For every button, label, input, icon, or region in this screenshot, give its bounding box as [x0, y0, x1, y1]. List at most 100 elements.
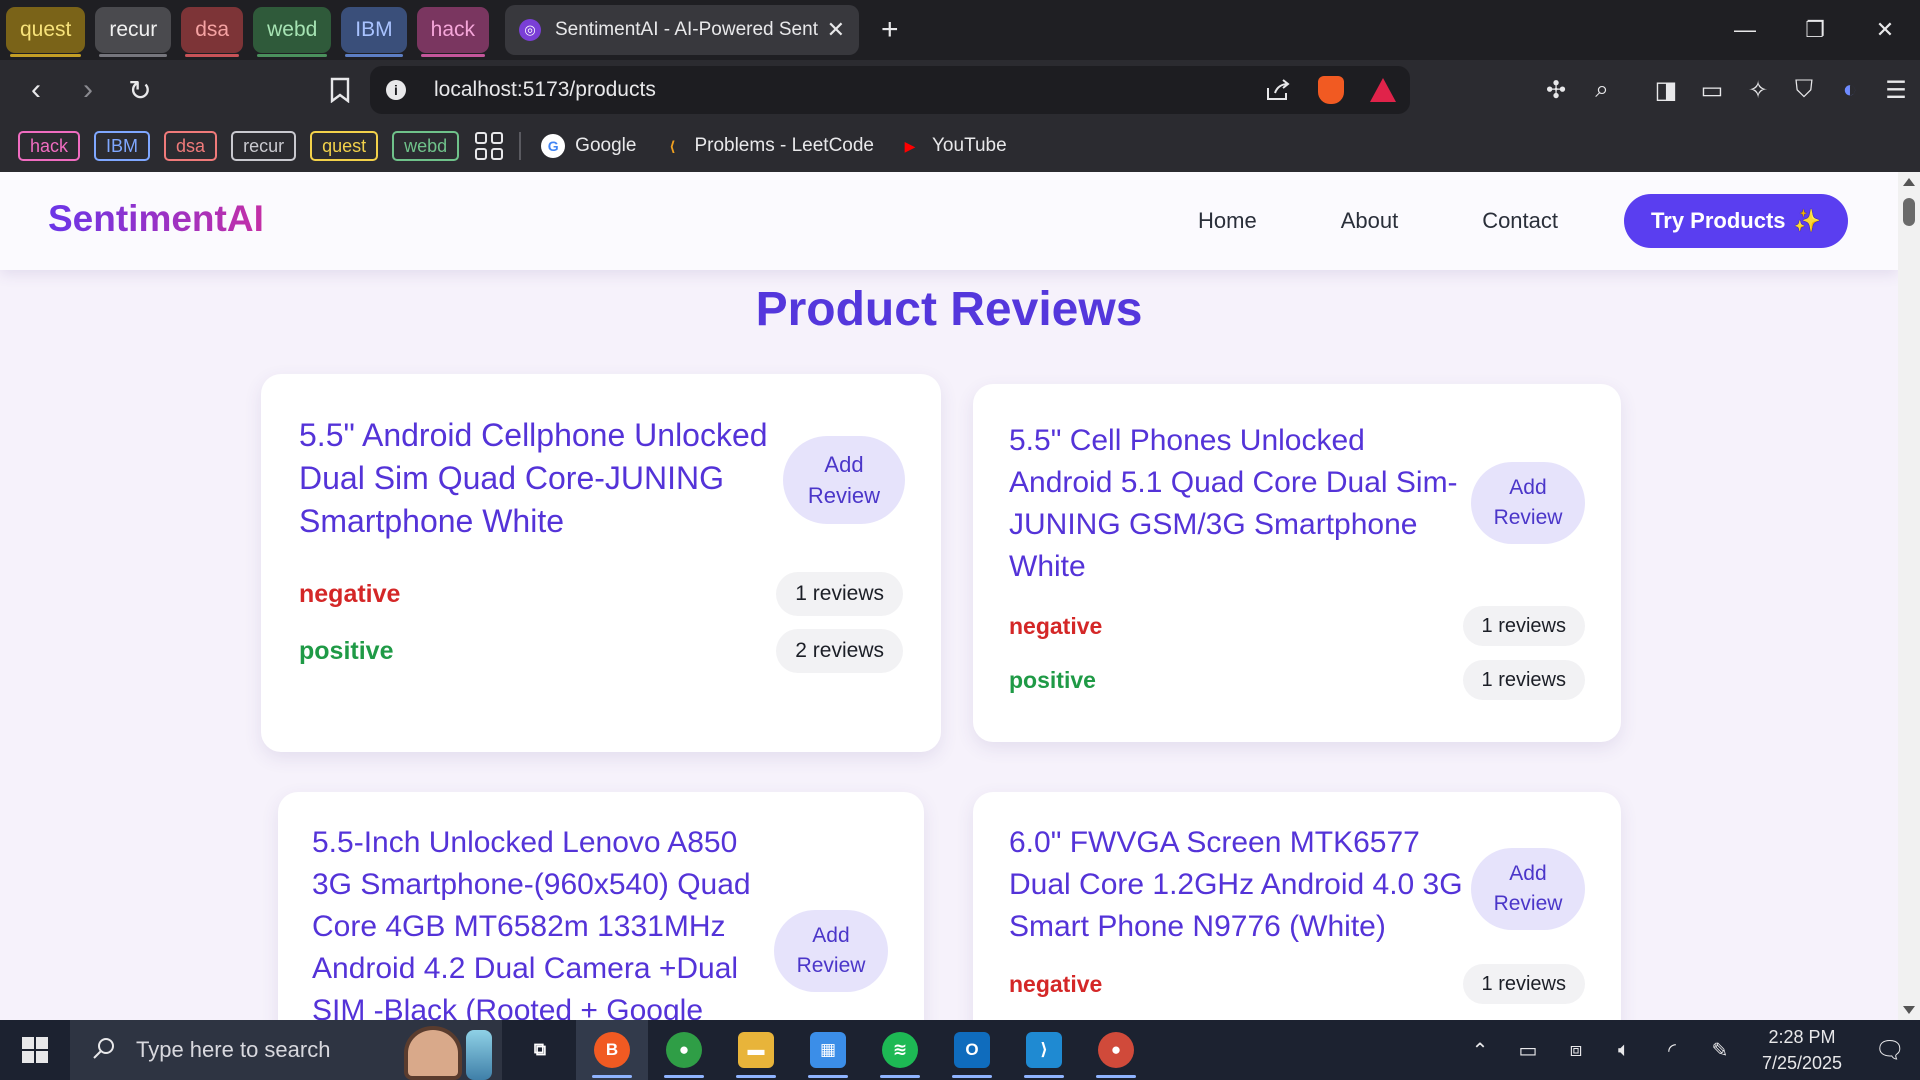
battery-icon[interactable]: ▭	[1504, 1038, 1552, 1063]
clock-time: 2:28 PM	[1768, 1027, 1836, 1047]
tab-group-ibm[interactable]: IBM	[341, 7, 407, 53]
sentiment-row: negative 1 reviews	[1009, 606, 1585, 646]
product-card: 5.5-Inch Unlocked Lenovo A850 3G Smartph…	[278, 792, 924, 1020]
microsoft-store-icon-glyph: ▦	[810, 1032, 846, 1068]
site-logo[interactable]: SentimentAI	[48, 198, 264, 240]
brave-taskbar-icon[interactable]: B	[576, 1020, 648, 1080]
volume-icon[interactable]: 🔈︎	[1600, 1039, 1648, 1062]
wifi-icon[interactable]: ◜	[1648, 1038, 1696, 1063]
leo-ai-icon[interactable]: ✧	[1744, 76, 1772, 104]
page-title: Product Reviews	[755, 283, 1143, 336]
sidebar-icon[interactable]: ◨	[1652, 76, 1680, 104]
address-url[interactable]: localhost:5173/products	[434, 78, 656, 102]
add-review-button[interactable]: Add Review	[783, 436, 905, 524]
tab-group-recur[interactable]: recur	[95, 7, 172, 53]
nav-home-link[interactable]: Home	[1198, 208, 1257, 234]
bookmark-folder-ibm[interactable]: IBM	[94, 131, 151, 161]
youtube-icon: ▶	[904, 137, 916, 154]
wallet-icon[interactable]: ▭	[1698, 76, 1726, 104]
forward-button[interactable]: ›	[66, 68, 110, 112]
scroll-up-icon[interactable]	[1903, 178, 1915, 186]
minimize-button[interactable]: —	[1710, 0, 1780, 60]
bookmark-icon[interactable]	[318, 68, 362, 112]
start-button[interactable]	[0, 1020, 70, 1080]
extensions-icon[interactable]: ✣	[1542, 76, 1570, 104]
tab-group-webd[interactable]: webd	[253, 7, 332, 53]
bookmark-folder-webd[interactable]: webd	[392, 131, 460, 161]
sentiment-label: negative	[299, 579, 401, 608]
clock-date: 7/25/2025	[1761, 1053, 1843, 1073]
bookmark-link[interactable]: ⟨ Problems - LeetCode	[660, 134, 874, 158]
bookmark-link-label: YouTube	[932, 135, 1007, 156]
spotify-icon[interactable]: ≋	[864, 1020, 936, 1080]
brave-rewards-icon[interactable]	[1370, 78, 1396, 102]
taskbar-search[interactable]: Type here to search	[70, 1020, 502, 1080]
vscode-icon-glyph: ⟩	[1026, 1032, 1062, 1068]
site-info-icon[interactable]: i	[386, 80, 406, 100]
task-view-icon[interactable]: ⧉	[504, 1020, 576, 1080]
bookmark-folder-hack[interactable]: hack	[18, 131, 81, 161]
vpn-icon[interactable]: ⛉	[1790, 76, 1818, 104]
chrome-icon[interactable]: ●	[648, 1020, 720, 1080]
active-tab-title: SentimentAI - AI-Powered Sentiment	[555, 19, 819, 40]
pen-icon[interactable]: ✎	[1696, 1038, 1744, 1063]
file-explorer-icon[interactable]: ▬	[720, 1020, 792, 1080]
product-card: 6.0" FWVGA Screen MTK6577 Dual Core 1.2G…	[973, 792, 1621, 1020]
vscode-icon[interactable]: ⟩	[1008, 1020, 1080, 1080]
product-title[interactable]: 5.5" Android Cellphone Unlocked Dual Sim…	[299, 414, 799, 543]
back-button[interactable]: ‹	[14, 68, 58, 112]
nav-about-link[interactable]: About	[1341, 208, 1399, 234]
new-tab-button[interactable]: +	[881, 13, 899, 47]
tab-group-dsa[interactable]: dsa	[181, 7, 244, 53]
add-review-button[interactable]: Add Review	[774, 910, 888, 992]
product-title[interactable]: 6.0" FWVGA Screen MTK6577 Dual Core 1.2G…	[1009, 822, 1479, 948]
reload-button[interactable]: ↻	[118, 68, 162, 112]
review-count-badge: 1 reviews	[776, 572, 903, 616]
product-title[interactable]: 5.5-Inch Unlocked Lenovo A850 3G Smartph…	[312, 822, 782, 1020]
add-review-button[interactable]: Add Review	[1471, 462, 1585, 544]
microsoft-store-icon[interactable]: ▦	[792, 1020, 864, 1080]
page-scrollbar[interactable]	[1898, 172, 1920, 1020]
product-card: 5.5" Cell Phones Unlocked Android 5.1 Qu…	[973, 384, 1621, 742]
try-products-button[interactable]: Try Products ✨	[1624, 194, 1848, 248]
tab-group-hack[interactable]: hack	[416, 7, 489, 53]
browser-toolbar: ‹ › ↻ i localhost:5173/products ✣ ⌕ ◨ ▭ …	[0, 60, 1920, 120]
bookmark-folder-dsa[interactable]: dsa	[164, 131, 218, 161]
chevron-up-icon[interactable]: ⌃	[1456, 1038, 1504, 1063]
scroll-down-icon[interactable]	[1903, 1006, 1915, 1014]
clock[interactable]: 2:28 PM 7/25/2025	[1744, 1024, 1860, 1076]
sparkles-icon: ✨	[1793, 208, 1821, 233]
product-title[interactable]: 5.5" Cell Phones Unlocked Android 5.1 Qu…	[1009, 420, 1479, 588]
restore-button[interactable]: ❐	[1780, 0, 1850, 60]
notifications-icon[interactable]: 🗨︎	[1860, 1036, 1920, 1065]
bookmark-folder-quest[interactable]: quest	[310, 131, 379, 161]
google-icon: G	[541, 134, 566, 158]
menu-icon[interactable]: ☰	[1882, 76, 1910, 104]
chrome-profile-icon[interactable]: ●	[1080, 1020, 1152, 1080]
nav-contact-link[interactable]: Contact	[1482, 208, 1558, 234]
search-highlight-image	[404, 1026, 492, 1080]
meet-now-icon[interactable]: ⧈	[1552, 1039, 1600, 1062]
window-controls: — ❐ ✕	[1710, 0, 1920, 60]
bookmark-folder-recur[interactable]: recur	[231, 131, 297, 161]
add-review-button[interactable]: Add Review	[1471, 848, 1585, 930]
scroll-thumb[interactable]	[1903, 198, 1915, 226]
outlook-icon[interactable]: O	[936, 1020, 1008, 1080]
active-tab[interactable]: ◎ SentimentAI - AI-Powered Sentiment ✕	[505, 5, 859, 55]
spotify-icon-glyph: ≋	[882, 1032, 918, 1068]
windows-taskbar: Type here to search ⧉ B ● ▬ ▦ ≋ O ⟩ ● ⌃ ▭ ⧈ 🔈︎ ◜…	[0, 1020, 1920, 1080]
tab-group-quest[interactable]: quest	[6, 7, 86, 53]
profile-icon[interactable]: ◐	[1836, 76, 1864, 104]
close-window-button[interactable]: ✕	[1850, 0, 1920, 60]
browser-tab-strip: quest recur dsa webd IBM hack ◎ SentimentAI -…	[0, 0, 1920, 60]
share-icon[interactable]	[1264, 76, 1292, 104]
sentiment-row: positive 2 reviews	[299, 629, 903, 673]
review-count-badge: 1 reviews	[1462, 606, 1585, 646]
apps-grid-icon[interactable]	[475, 132, 504, 160]
address-bar[interactable]: i localhost:5173/products	[370, 66, 1410, 114]
brave-shields-icon[interactable]	[1318, 76, 1344, 104]
close-tab-icon[interactable]: ✕	[827, 17, 845, 43]
bookmark-link[interactable]: G Google	[541, 134, 636, 158]
bookmark-link[interactable]: ▶ YouTube	[898, 134, 1007, 158]
reader-mode-icon[interactable]: ⌕	[1588, 76, 1616, 104]
